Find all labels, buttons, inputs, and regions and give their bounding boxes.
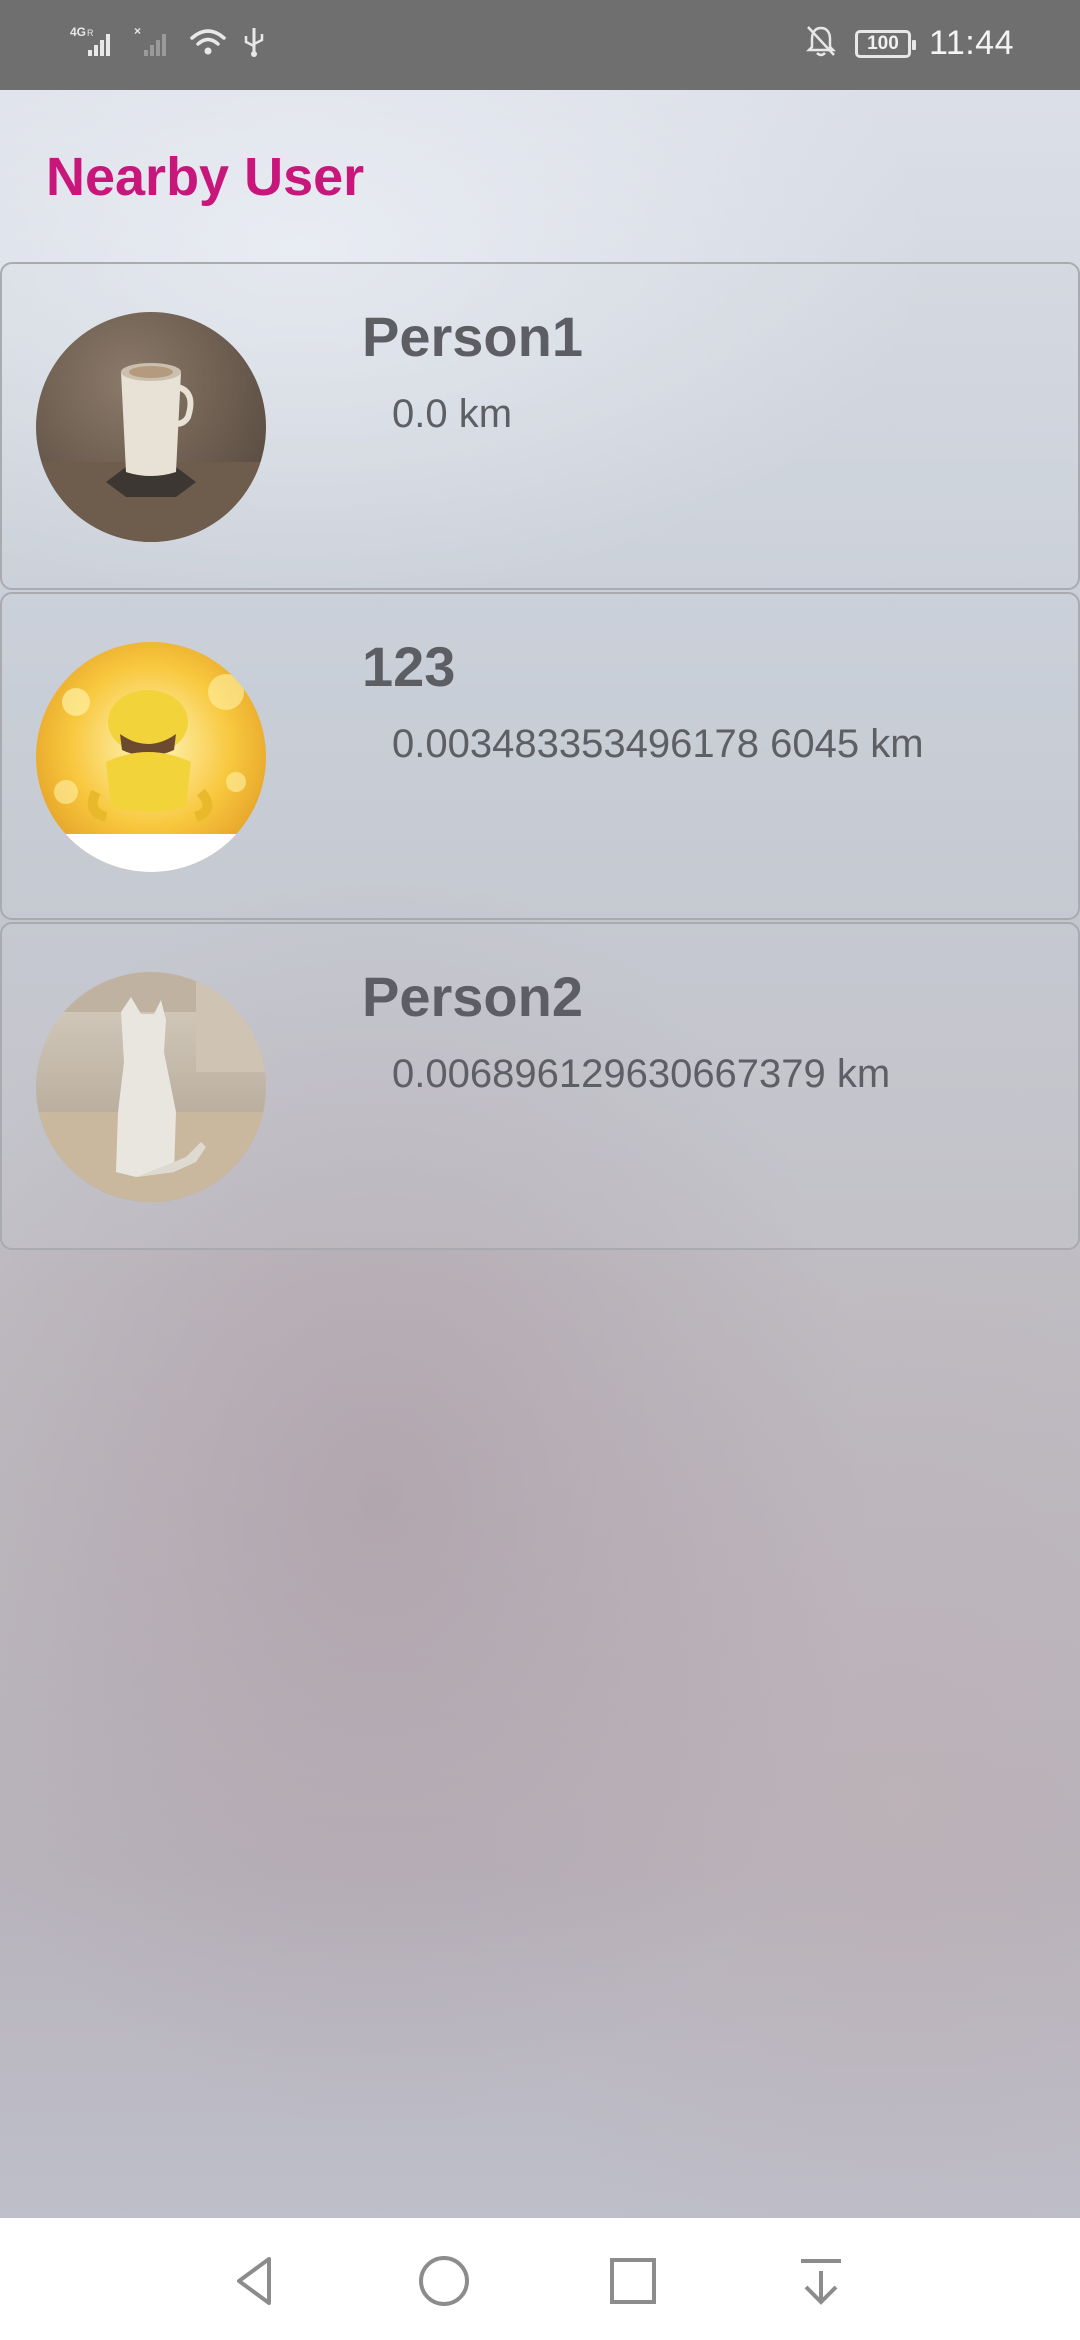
user-card[interactable]: Person1 0.0 km [0, 262, 1080, 590]
status-left-icons: 4G R × [70, 24, 266, 63]
user-name: Person2 [362, 965, 583, 1028]
recents-icon[interactable] [598, 2246, 668, 2316]
avatar [36, 972, 266, 1202]
user-distance: 0.006896129630667379 km [392, 1052, 891, 1096]
yellow-pokemon-photo [36, 642, 266, 872]
battery-level: 100 [867, 32, 899, 54]
notification-shade-icon[interactable] [786, 2246, 856, 2316]
coffee-cup-photo [36, 312, 266, 542]
signal-no-sim-icon: × [134, 24, 174, 63]
user-list: Person1 0.0 km 123 0.003483353496178 604… [0, 262, 1080, 1252]
status-right-icons: 100 11:44 [805, 24, 1014, 63]
avatar [36, 312, 266, 542]
svg-text:R: R [87, 28, 94, 38]
svg-text:×: × [134, 24, 141, 38]
user-card[interactable]: 123 0.003483353496178 6045 km [0, 592, 1080, 920]
user-name: Person1 [362, 305, 583, 368]
notifications-off-icon [805, 24, 837, 63]
signal-4g-icon: 4G R [70, 24, 120, 63]
clock: 11:44 [928, 24, 1014, 62]
home-icon[interactable] [409, 2246, 479, 2316]
page-title: Nearby User [46, 147, 365, 207]
navigation-bar [0, 2218, 1080, 2340]
back-icon[interactable] [220, 2246, 290, 2316]
user-name: 123 [362, 635, 456, 698]
user-distance: 0.003483353496178 6045 km [392, 722, 924, 766]
status-bar: 4G R × 100 11:44 [0, 0, 1080, 90]
user-card[interactable]: Person2 0.006896129630667379 km [0, 922, 1080, 1250]
battery-icon: 100 [854, 29, 916, 58]
paper-cat-photo [36, 972, 266, 1202]
usb-icon [242, 24, 266, 63]
user-distance: 0.0 km [392, 392, 513, 436]
svg-text:4G: 4G [70, 25, 86, 39]
avatar [36, 642, 266, 872]
wifi-icon [188, 24, 228, 63]
